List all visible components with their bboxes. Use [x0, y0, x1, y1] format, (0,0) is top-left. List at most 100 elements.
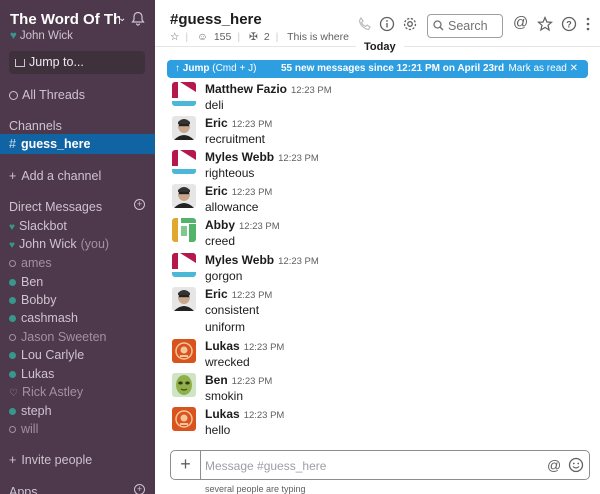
message-input-placeholder[interactable]: Message #guess_here: [205, 459, 326, 473]
avatar[interactable]: [172, 253, 196, 277]
pin-icon[interactable]: ✠: [249, 31, 258, 43]
current-user: ♥ John Wick: [10, 30, 73, 42]
away-dot-icon: [9, 260, 16, 268]
mark-as-read-label: Mark as read: [508, 63, 567, 74]
heart-icon: ♥: [9, 222, 15, 233]
dm-item-ben[interactable]: Ben: [9, 275, 43, 289]
search-input[interactable]: Search: [427, 14, 503, 38]
author-name[interactable]: Lukas: [205, 407, 240, 421]
hash-icon: #: [9, 137, 16, 151]
channels-heading[interactable]: Channels: [9, 119, 62, 133]
svg-text:?: ?: [566, 20, 572, 30]
dm-item-lukas[interactable]: Lukas: [9, 367, 54, 381]
message-text: wrecked: [205, 355, 250, 369]
info-icon[interactable]: [379, 16, 395, 32]
author-name[interactable]: Eric: [205, 287, 228, 301]
bell-icon[interactable]: [131, 11, 145, 29]
message-author[interactable]: Matthew Fazio 12:23 PM: [205, 82, 332, 96]
message-timestamp[interactable]: 12:23 PM: [244, 342, 285, 353]
dm-item-ames[interactable]: ames: [9, 256, 52, 270]
message-timestamp[interactable]: 12:23 PM: [232, 119, 273, 130]
invite-people-link[interactable]: + Invite people: [9, 453, 92, 467]
dm-item-rick-astley[interactable]: ♡ Rick Astley: [9, 385, 83, 399]
message-text: recruitment: [205, 132, 266, 146]
attach-plus-button[interactable]: +: [171, 451, 201, 479]
avatar[interactable]: [172, 184, 196, 208]
dm-item-slackbot[interactable]: ♥ Slackbot: [9, 219, 67, 233]
gear-icon[interactable]: [402, 16, 418, 32]
avatar[interactable]: [172, 82, 196, 106]
members-icon[interactable]: ☺: [197, 31, 208, 43]
avatar[interactable]: [172, 218, 196, 242]
message-timestamp[interactable]: 12:23 PM: [291, 85, 332, 96]
message-timestamp[interactable]: 12:23 PM: [232, 376, 273, 387]
dm-item-lou-carlyle[interactable]: Lou Carlyle: [9, 348, 84, 362]
workspace-header[interactable]: The Word Of Th... ⌄: [10, 11, 148, 31]
author-name[interactable]: Eric: [205, 184, 228, 198]
avatar[interactable]: [172, 287, 196, 311]
new-messages-banner[interactable]: ↑ Jump (Cmd + J) 55 new messages since 1…: [167, 60, 588, 78]
dm-item-will[interactable]: will: [9, 422, 38, 436]
message-author[interactable]: Myles Webb 12:23 PM: [205, 253, 319, 267]
message-author[interactable]: Myles Webb 12:23 PM: [205, 150, 319, 164]
jump-banner-link[interactable]: ↑ Jump (Cmd + J): [175, 63, 256, 74]
channel-header: #guess_here ☆| ☺155| ✠2| This is where t…: [155, 0, 600, 47]
message-timestamp[interactable]: 12:23 PM: [239, 221, 280, 232]
message-author[interactable]: Ben 12:23 PM: [205, 373, 272, 387]
message-timestamp[interactable]: 12:23 PM: [244, 410, 285, 421]
author-name[interactable]: Myles Webb: [205, 253, 274, 267]
dm-name: Jason Sweeten: [21, 330, 107, 344]
author-name[interactable]: Ben: [205, 373, 228, 387]
avatar[interactable]: [172, 116, 196, 140]
avatar[interactable]: [172, 339, 196, 363]
message-timestamp[interactable]: 12:23 PM: [232, 187, 273, 198]
dm-item-john-wick[interactable]: ♥ John Wick (you): [9, 237, 109, 251]
avatar[interactable]: [172, 150, 196, 174]
message-timestamp[interactable]: 12:23 PM: [278, 256, 319, 267]
message-author[interactable]: Abby 12:23 PM: [205, 218, 280, 232]
star-outline-icon[interactable]: [536, 15, 554, 32]
apps-heading[interactable]: Apps +: [9, 484, 145, 494]
direct-messages-label: Direct Messages: [9, 200, 103, 214]
author-name[interactable]: Abby: [205, 218, 235, 232]
workspace-name[interactable]: The Word Of Th...: [10, 11, 120, 28]
message-timestamp[interactable]: 12:23 PM: [278, 153, 319, 164]
direct-messages-heading[interactable]: Direct Messages +: [9, 199, 145, 214]
author-name[interactable]: Myles Webb: [205, 150, 274, 164]
dm-item-cashmash[interactable]: cashmash: [9, 311, 78, 325]
chevron-down-icon[interactable]: ⌄: [118, 13, 126, 24]
message-author[interactable]: Eric 12:23 PM: [205, 116, 272, 130]
mention-icon[interactable]: @: [547, 457, 561, 473]
star-icon[interactable]: ☆: [170, 31, 179, 43]
dm-item-bobby[interactable]: Bobby: [9, 293, 56, 307]
emoji-icon[interactable]: [568, 457, 584, 476]
channel-title[interactable]: #guess_here: [170, 11, 262, 28]
message-composer[interactable]: + Message #guess_here @: [170, 450, 590, 480]
add-channel-link[interactable]: + Add a channel: [9, 169, 101, 183]
message-author[interactable]: Eric 12:23 PM: [205, 287, 272, 301]
sidebar-item-guess-here[interactable]: # guess_here: [0, 134, 155, 154]
pin-count[interactable]: 2: [264, 31, 270, 43]
dm-item-jason-sweeten[interactable]: Jason Sweeten: [9, 330, 106, 344]
message-timestamp[interactable]: 12:23 PM: [232, 290, 273, 301]
author-name[interactable]: Eric: [205, 116, 228, 130]
jump-to-button[interactable]: Jump to...: [9, 51, 145, 74]
mentions-icon[interactable]: @: [513, 14, 529, 31]
author-name[interactable]: Lukas: [205, 339, 240, 353]
all-threads-link[interactable]: All Threads: [9, 88, 85, 102]
avatar[interactable]: [172, 373, 196, 397]
help-icon[interactable]: ?: [561, 16, 577, 32]
phone-icon[interactable]: [357, 16, 373, 32]
message-author[interactable]: Lukas 12:23 PM: [205, 407, 284, 421]
mark-as-read-button[interactable]: Mark as read ✕: [508, 63, 578, 74]
more-vertical-icon[interactable]: [585, 16, 600, 32]
away-heart-icon: ♡: [9, 388, 18, 399]
member-count[interactable]: 155: [214, 31, 232, 43]
add-app-icon[interactable]: +: [134, 484, 145, 494]
author-name[interactable]: Matthew Fazio: [205, 82, 287, 96]
avatar[interactable]: [172, 407, 196, 431]
add-dm-icon[interactable]: +: [134, 199, 145, 210]
dm-item-steph[interactable]: steph: [9, 404, 52, 418]
message-author[interactable]: Eric 12:23 PM: [205, 184, 272, 198]
message-author[interactable]: Lukas 12:23 PM: [205, 339, 284, 353]
